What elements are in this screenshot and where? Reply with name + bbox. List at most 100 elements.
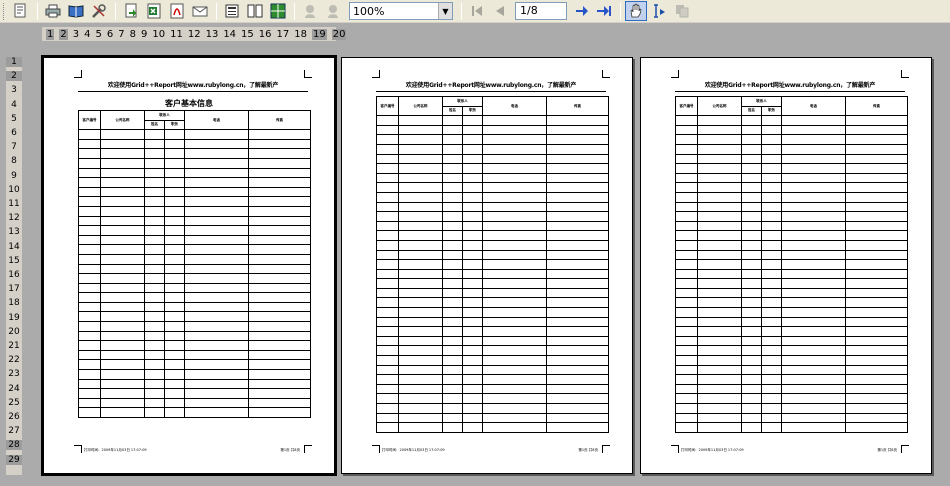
two-page-button[interactable]: [244, 1, 266, 21]
table-cell: [781, 297, 846, 309]
ruler-mark: 19: [8, 312, 20, 323]
table-cell: [761, 364, 782, 376]
table-cell: [741, 403, 762, 414]
table-cell: [482, 297, 547, 309]
table-cell: [741, 191, 762, 203]
table-cell: [100, 177, 145, 188]
table-cell: [845, 297, 908, 309]
export-excel-button[interactable]: [143, 1, 165, 21]
table-cell: [398, 211, 443, 222]
table-cell: [462, 124, 483, 136]
copy-button[interactable]: [671, 1, 693, 21]
ruler-mark: 14: [223, 28, 237, 40]
table-row: [78, 397, 311, 409]
table-cell: [462, 230, 483, 241]
print-setup-button[interactable]: [10, 1, 32, 21]
table-cell: [164, 369, 185, 380]
table-cell: [761, 383, 782, 395]
table-cell: [184, 167, 249, 179]
table-cell: [248, 253, 311, 265]
table-cell: [761, 355, 782, 366]
table-cell: [100, 311, 145, 323]
horizontal-ruler: 1 2 3 4 5 6 7 8 9 10 11 12 13 14 15 16 17 18 19 20: [0, 24, 950, 43]
next-page-button[interactable]: [570, 1, 592, 21]
last-page-button[interactable]: [593, 1, 615, 21]
table-row: [376, 326, 609, 337]
table-cell: [442, 278, 463, 289]
table-cell: [376, 326, 399, 337]
table-cell: [164, 292, 185, 303]
table-cell: [761, 134, 782, 145]
table-cell: [546, 259, 609, 270]
report-page-3[interactable]: 欢迎使用Grid++Report网址www.rubylong.cn，了解最新产 …: [640, 57, 932, 474]
zoom-in-button[interactable]: [299, 1, 321, 21]
page-setup-button[interactable]: [65, 1, 87, 21]
table-cell: [546, 239, 609, 251]
report-page-1[interactable]: 欢迎使用Grid++Report网址www.rubylong.cn，了解最新产 …: [41, 55, 337, 476]
table-cell: [376, 230, 399, 241]
table-cell: [546, 297, 609, 309]
table-cell: [376, 307, 399, 318]
table-cell: [741, 326, 762, 337]
table-row: [675, 143, 908, 155]
table-cell: [398, 259, 443, 270]
hand-tool-button[interactable]: [625, 1, 647, 21]
table-cell: [697, 201, 742, 213]
table-cell: [462, 259, 483, 270]
table-cell: [184, 388, 249, 399]
table-cell: [398, 124, 443, 136]
table-cell: [675, 143, 698, 155]
table-cell: [462, 393, 483, 404]
table-cell: [546, 182, 609, 193]
table-cell: [741, 278, 762, 289]
prev-page-icon: [496, 6, 504, 16]
table-cell: [697, 134, 742, 145]
table-row: [675, 239, 908, 251]
table-cell: [546, 278, 609, 289]
customer-table: 客户编号 公司名称 联系人 电话 传真 姓名 职务: [78, 109, 311, 418]
toolbar-grip[interactable]: [3, 2, 6, 20]
column-header: 公司名称: [398, 95, 443, 117]
page-number-input[interactable]: 1/8: [515, 2, 567, 20]
prev-page-button[interactable]: [489, 1, 511, 21]
text-select-button[interactable]: [648, 1, 670, 21]
table-cell: [741, 249, 762, 261]
table-cell: [78, 157, 101, 169]
table-cell: [781, 345, 846, 357]
ruler-mark: 22: [8, 355, 20, 366]
multi-page-button[interactable]: [267, 1, 289, 21]
export-pdf-button[interactable]: [166, 1, 188, 21]
email-button[interactable]: [189, 1, 211, 21]
table-cell: [442, 259, 463, 270]
table-cell: [482, 374, 547, 385]
table-cell: [462, 364, 483, 376]
table-cell: [376, 191, 399, 203]
table-cell: [164, 359, 185, 371]
zoom-out-button[interactable]: [322, 1, 344, 21]
zoom-select[interactable]: 100% ▼: [349, 2, 453, 20]
single-page-button[interactable]: [221, 1, 243, 21]
report-page-2[interactable]: 欢迎使用Grid++Report网址www.rubylong.cn，了解最新产 …: [341, 57, 633, 474]
table-row: [78, 148, 311, 159]
first-page-button[interactable]: [466, 1, 488, 21]
table-cell: [376, 412, 399, 424]
table-cell: [781, 355, 846, 366]
table-cell: [164, 138, 185, 150]
ruler-mark: 8: [129, 28, 136, 40]
table-row: [78, 234, 311, 246]
ruler-mark: 18: [8, 298, 20, 309]
table-cell: [100, 397, 145, 409]
table-cell: [164, 167, 185, 179]
table-cell: [248, 397, 311, 409]
print-time: 打印时间：2009年11月03日 17:07:09: [382, 448, 445, 452]
ruler-mark: 23: [8, 369, 20, 380]
chevron-down-icon[interactable]: ▼: [438, 3, 452, 19]
table-cell: [761, 422, 782, 433]
table-cell: [78, 292, 101, 303]
table-row: [675, 316, 908, 328]
print-button[interactable]: [42, 1, 64, 21]
table-row: [675, 355, 908, 366]
export-button[interactable]: [120, 1, 142, 21]
options-button[interactable]: [88, 1, 110, 21]
table-cell: [845, 153, 908, 165]
